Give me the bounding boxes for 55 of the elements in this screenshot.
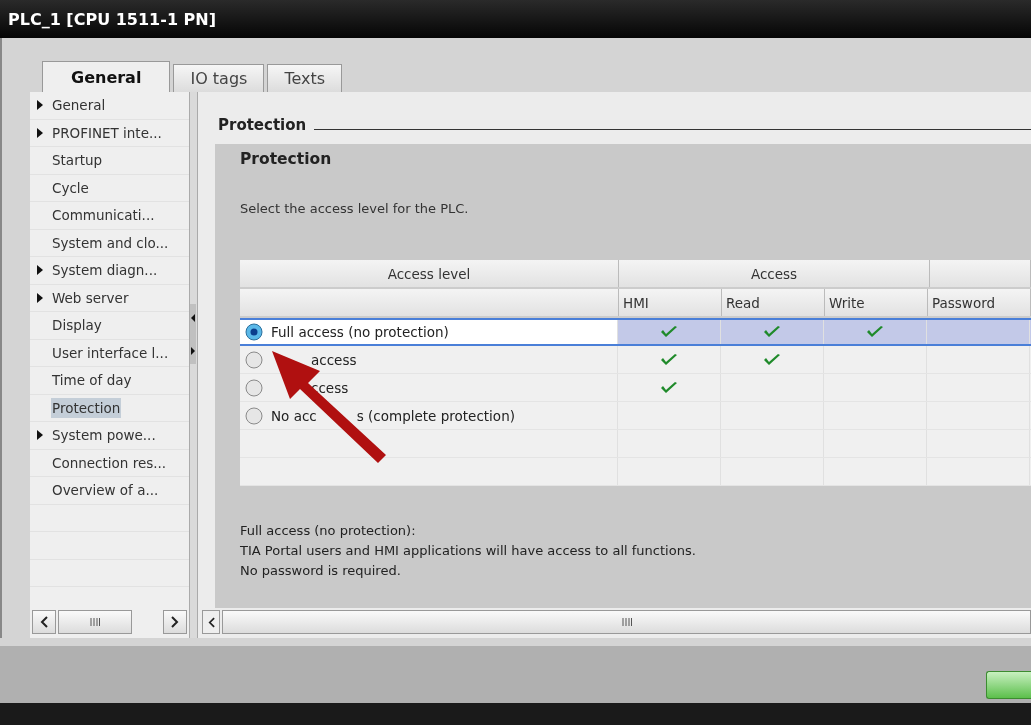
sidebar-item[interactable]: Display	[51, 315, 103, 336]
expand-arrow-icon[interactable]	[37, 430, 43, 441]
column-header: Read	[722, 289, 825, 316]
splitter-handle[interactable]	[189, 304, 196, 364]
column-header: Write	[825, 289, 928, 316]
tab[interactable]: Texts	[267, 64, 343, 92]
sidebar-item[interactable]: System and clo...	[51, 232, 170, 253]
section-title: Protection	[218, 116, 307, 134]
column-header: HMI	[619, 289, 722, 316]
sidebar-item[interactable]: General	[51, 95, 107, 116]
sidebar-item[interactable]: Time of day	[51, 370, 133, 391]
expand-arrow-icon[interactable]	[37, 265, 43, 276]
scrollbar-thumb[interactable]	[222, 610, 1031, 634]
scrollbar-thumb[interactable]	[58, 610, 132, 634]
column-header: Access level	[240, 260, 619, 287]
sidebar-item[interactable]: Startup	[51, 150, 104, 171]
sidebar-item[interactable]: Communicati...	[51, 205, 156, 226]
sidebar-item[interactable]: System powe...	[51, 425, 157, 446]
tab[interactable]: General	[42, 61, 171, 92]
table-row[interactable]: Full access (no protection)	[240, 318, 1031, 346]
group-title: Protection	[240, 150, 333, 168]
sidebar-item[interactable]: Cycle	[51, 177, 90, 198]
window-title: PLC_1 [CPU 1511-1 PN]	[8, 9, 216, 29]
radio-button[interactable]	[245, 406, 263, 425]
radio-button[interactable]	[245, 350, 263, 369]
sidebar-item[interactable]: Web server	[51, 287, 130, 308]
access-level-label: s (complete protection)	[356, 407, 515, 424]
sidebar-item[interactable]: Protection	[51, 397, 122, 418]
scroll-left-button[interactable]	[202, 610, 220, 634]
chevron-left-icon	[207, 616, 215, 628]
description-text: No password is required.	[240, 562, 402, 580]
sidebar-item[interactable]: User interface l...	[51, 342, 170, 363]
scroll-right-button[interactable]	[162, 610, 187, 634]
tab[interactable]: IO tags	[173, 64, 265, 92]
column-header: Password	[928, 289, 1031, 316]
radio-button[interactable]	[245, 378, 263, 397]
chevron-right-icon	[170, 616, 179, 628]
instruction-text: Select the access level for the PLC.	[240, 201, 470, 216]
expand-arrow-icon[interactable]	[37, 100, 43, 111]
sidebar-item[interactable]: System diagn...	[51, 260, 159, 281]
access-level-label: No acc	[271, 407, 317, 424]
expand-arrow-icon[interactable]	[37, 292, 43, 303]
radio-button[interactable]	[245, 323, 263, 341]
scroll-left-button[interactable]	[32, 610, 56, 634]
access-level-label: Full access (no protection)	[271, 324, 449, 340]
expand-arrow-icon[interactable]	[37, 127, 43, 138]
dialog-button[interactable]	[986, 671, 1031, 699]
description-text: Full access (no protection):	[240, 522, 417, 540]
sidebar-item[interactable]: Connection res...	[51, 452, 168, 473]
chevron-left-icon	[40, 616, 48, 628]
sidebar-item[interactable]: PROFINET inte...	[51, 122, 163, 143]
access-level-label: access	[311, 351, 357, 368]
column-header: Access	[619, 260, 930, 287]
sidebar-item[interactable]: Overview of a...	[51, 480, 160, 501]
description-text: TIA Portal users and HMI applications will have access to all functions.	[240, 542, 697, 560]
